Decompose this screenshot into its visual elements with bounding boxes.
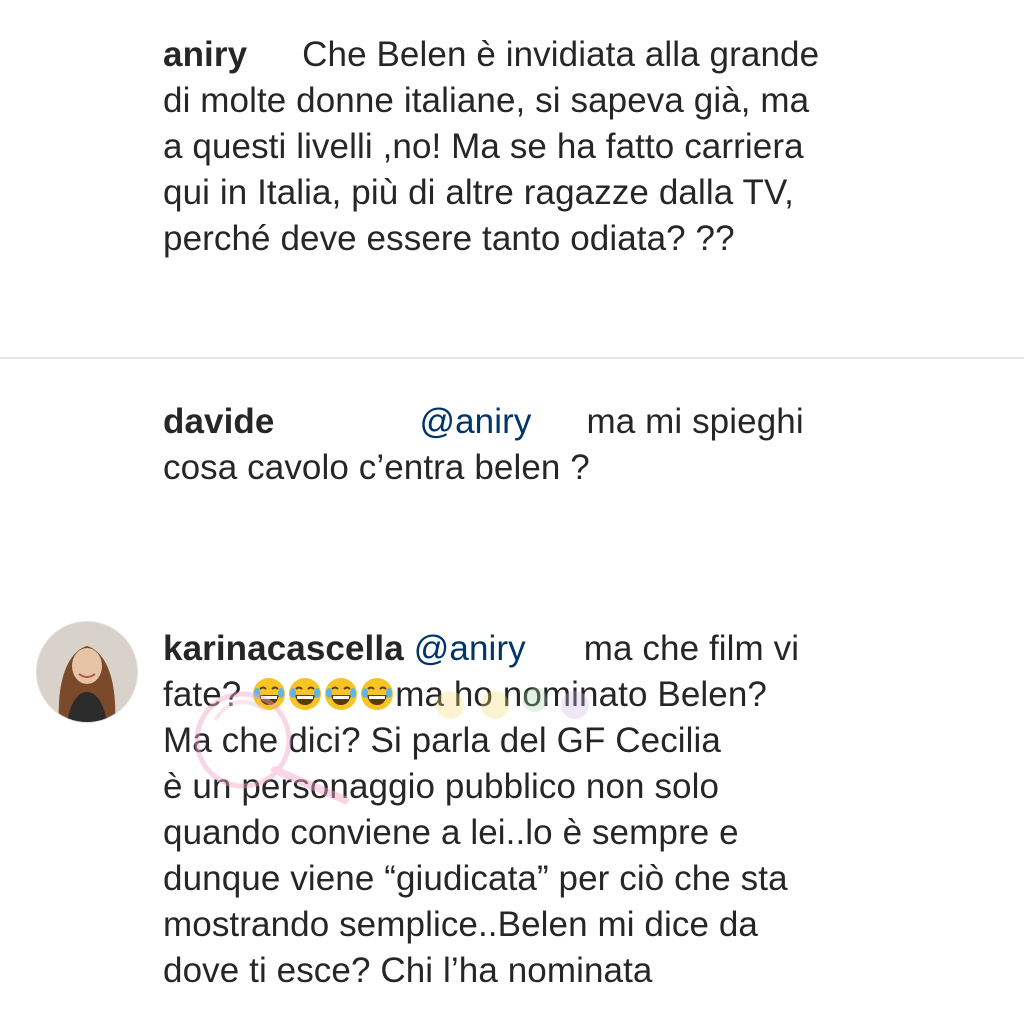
comment-text-line: cosa cavolo c’entra belen ? [163, 448, 590, 487]
face-with-tears-of-joy-icon [325, 678, 358, 710]
comment-text-line: qui in Italia, più di altre ragazze dall… [163, 173, 794, 212]
comment-text-line: ma che film vi [583, 629, 800, 668]
mention-link[interactable]: @aniry [419, 402, 531, 441]
comment-text-line: quando conviene a lei..lo è sempre e [163, 813, 739, 852]
comment-text-line: di molte donne italiane, si sapeva già, … [163, 81, 810, 120]
comment-username[interactable]: karinacascella [163, 629, 404, 668]
comment-username[interactable]: aniry [163, 35, 247, 74]
comment-text-line: è un personaggio pubblico non solo [163, 767, 720, 806]
comment-karinacascella: karinacascella @aniry ma che film vi fate?… [163, 626, 923, 994]
comment-text-line: ma ho nominato Belen? [395, 675, 767, 714]
comment-text-line: mostrando semplice..Belen mi dice da [163, 905, 758, 944]
comment-username[interactable]: davide [163, 402, 274, 441]
avatar[interactable] [36, 621, 138, 723]
face-with-tears-of-joy-icon [361, 678, 394, 710]
comment-text-line: a questi livelli ,no! Ma se ha fatto car… [163, 127, 804, 166]
comment-text-line: dove ti esce? Chi l’ha nominata [163, 951, 653, 990]
comment-text-line: perché deve essere tanto odiata? ?? [163, 219, 735, 258]
comment-divider [0, 357, 1024, 359]
face-with-tears-of-joy-icon [253, 678, 286, 710]
comment-davide: davide @aniry ma mi spieghi cosa cavolo c’… [163, 399, 923, 491]
face-with-tears-of-joy-icon [289, 678, 322, 710]
comment-text-line: Ma che dici? Si parla del GF Cecilia [163, 721, 721, 760]
comment-text-line: dunque viene “giudicata” per ciò che sta [163, 859, 788, 898]
comment-text-line: ma mi spieghi [586, 402, 804, 441]
comment-text-line: Che Belen è invidiata alla grande [302, 35, 820, 74]
comment-aniry: aniry Che Belen è invidiata alla grande d… [163, 32, 923, 262]
comment-text-line: fate? [163, 675, 242, 714]
mention-link[interactable]: @aniry [414, 629, 526, 668]
avatar-photo [37, 622, 137, 722]
